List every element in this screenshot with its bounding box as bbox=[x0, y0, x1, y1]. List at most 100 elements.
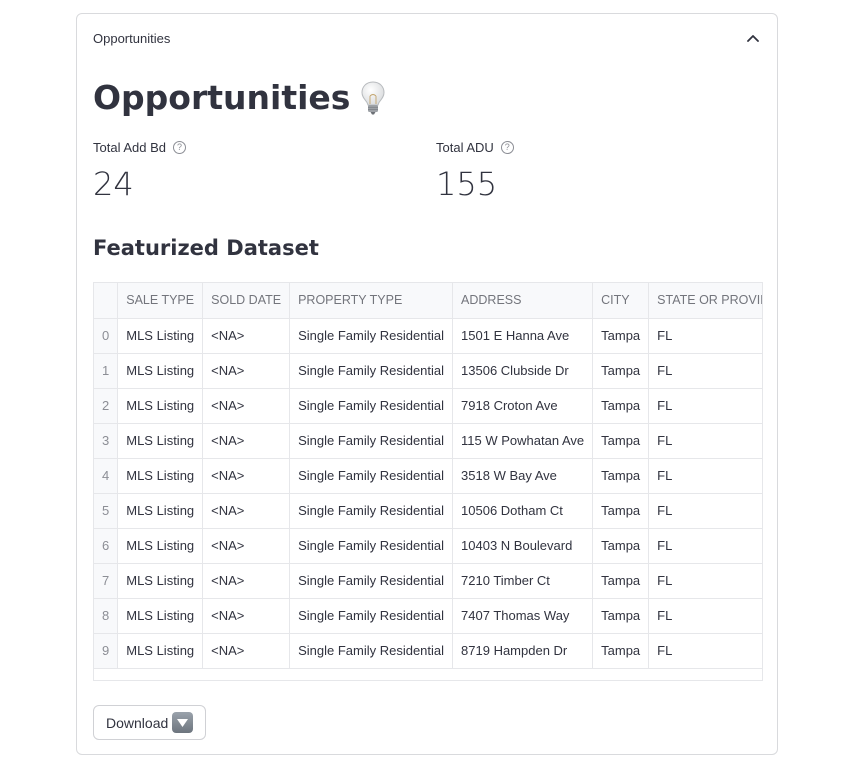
cell-sale-type[interactable]: MLS Listing bbox=[117, 353, 204, 389]
cell-property-type[interactable]: Single Family Residential bbox=[289, 493, 454, 529]
cell-city[interactable]: Tampa bbox=[592, 318, 650, 354]
row-index[interactable]: 4 bbox=[94, 458, 119, 494]
column-header-city[interactable]: CITY bbox=[592, 283, 650, 319]
row-index[interactable]: 0 bbox=[94, 318, 119, 354]
metric-label: Total Add Bd bbox=[93, 140, 166, 155]
table-row: 0 MLS Listing <NA> Single Family Residentia… bbox=[94, 318, 762, 354]
table-row: 2 MLS Listing <NA> Single Family Residentia… bbox=[94, 388, 762, 424]
table-row: 9 MLS Listing <NA> Single Family Residentia… bbox=[94, 633, 762, 669]
cell-sold-date[interactable]: <NA> bbox=[202, 493, 291, 529]
column-header-property-type[interactable]: PROPERTY TYPE bbox=[289, 283, 454, 319]
cell-city[interactable]: Tampa bbox=[592, 563, 650, 599]
cell-sold-date[interactable]: <NA> bbox=[202, 528, 291, 564]
cell-sold-date[interactable]: <NA> bbox=[202, 353, 291, 389]
cell-sold-date[interactable]: <NA> bbox=[202, 598, 291, 634]
cell-sale-type[interactable]: MLS Listing bbox=[117, 563, 204, 599]
help-icon[interactable]: ? bbox=[500, 141, 514, 154]
cell-city[interactable]: Tampa bbox=[592, 458, 650, 494]
cell-state[interactable]: FL bbox=[648, 528, 762, 564]
cell-state[interactable]: FL bbox=[648, 318, 762, 354]
column-header-state[interactable]: STATE OR PROVIN bbox=[648, 283, 762, 319]
table-row: 6 MLS Listing <NA> Single Family Residentia… bbox=[94, 528, 762, 564]
metric-value: 155 bbox=[436, 165, 498, 203]
cell-property-type[interactable]: Single Family Residential bbox=[289, 563, 454, 599]
cell-address[interactable]: 115 W Powhatan Ave bbox=[452, 423, 594, 459]
cell-address[interactable]: 7210 Timber Ct bbox=[452, 563, 594, 599]
cell-property-type[interactable]: Single Family Residential bbox=[289, 423, 454, 459]
cell-sold-date[interactable]: <NA> bbox=[202, 423, 291, 459]
cell-sold-date[interactable]: <NA> bbox=[202, 458, 291, 494]
cell-state[interactable]: FL bbox=[648, 633, 762, 669]
cell-sale-type[interactable]: MLS Listing bbox=[117, 423, 204, 459]
cell-city[interactable]: Tampa bbox=[592, 353, 650, 389]
column-header-index[interactable] bbox=[94, 283, 119, 319]
column-header-sold-date[interactable]: SOLD DATE bbox=[202, 283, 291, 319]
cell-state[interactable]: FL bbox=[648, 563, 762, 599]
expander-label: Opportunities bbox=[93, 30, 171, 46]
cell-sale-type[interactable]: MLS Listing bbox=[117, 458, 204, 494]
cell-city[interactable]: Tampa bbox=[592, 598, 650, 634]
cell-sold-date[interactable]: <NA> bbox=[202, 318, 291, 354]
cell-state[interactable]: FL bbox=[648, 423, 762, 459]
cell-property-type[interactable]: Single Family Residential bbox=[289, 353, 454, 389]
cell-address[interactable]: 3518 W Bay Ave bbox=[452, 458, 594, 494]
metric-total-add-bd: Total Add Bd ? 24 bbox=[93, 140, 186, 203]
row-index[interactable]: 9 bbox=[94, 633, 119, 669]
row-index[interactable]: 8 bbox=[94, 598, 119, 634]
cell-state[interactable]: FL bbox=[648, 388, 762, 424]
page-title: Opportunities bbox=[93, 78, 386, 117]
cell-address[interactable]: 13506 Clubside Dr bbox=[452, 353, 594, 389]
cell-property-type[interactable]: Single Family Residential bbox=[289, 528, 454, 564]
help-icon[interactable]: ? bbox=[173, 141, 186, 154]
expander-header[interactable]: Opportunities bbox=[77, 14, 777, 62]
cell-state[interactable]: FL bbox=[648, 458, 762, 494]
cell-address[interactable]: 10403 N Boulevard bbox=[452, 528, 594, 564]
row-index[interactable]: 7 bbox=[94, 563, 119, 599]
cell-sold-date[interactable]: <NA> bbox=[202, 388, 291, 424]
cell-city[interactable]: Tampa bbox=[592, 493, 650, 529]
cell-property-type[interactable]: Single Family Residential bbox=[289, 633, 454, 669]
cell-state[interactable]: FL bbox=[648, 353, 762, 389]
table-row: 7 MLS Listing <NA> Single Family Residentia… bbox=[94, 563, 762, 599]
row-index[interactable]: 1 bbox=[94, 353, 119, 389]
dataset-table: SALE TYPE SOLD DATE PROPERTY TYPE ADDRES… bbox=[94, 283, 762, 669]
cell-state[interactable]: FL bbox=[648, 598, 762, 634]
cell-city[interactable]: Tampa bbox=[592, 423, 650, 459]
cell-state[interactable]: FL bbox=[648, 493, 762, 529]
cell-property-type[interactable]: Single Family Residential bbox=[289, 598, 454, 634]
row-index[interactable]: 5 bbox=[94, 493, 119, 529]
cell-sale-type[interactable]: MLS Listing bbox=[117, 528, 204, 564]
metric-label: Total ADU bbox=[436, 140, 494, 155]
column-header-address[interactable]: ADDRESS bbox=[452, 283, 594, 319]
cell-sale-type[interactable]: MLS Listing bbox=[117, 318, 204, 354]
cell-sold-date[interactable]: <NA> bbox=[202, 633, 291, 669]
column-header-sale-type[interactable]: SALE TYPE bbox=[117, 283, 204, 319]
cell-address[interactable]: 10506 Dotham Ct bbox=[452, 493, 594, 529]
dataframe[interactable]: SALE TYPE SOLD DATE PROPERTY TYPE ADDRES… bbox=[93, 282, 763, 681]
chevron-up-icon[interactable] bbox=[745, 30, 761, 46]
lightbulb-icon bbox=[360, 80, 386, 116]
cell-city[interactable]: Tampa bbox=[592, 388, 650, 424]
table-row: 8 MLS Listing <NA> Single Family Residentia… bbox=[94, 598, 762, 634]
cell-city[interactable]: Tampa bbox=[592, 528, 650, 564]
row-index[interactable]: 6 bbox=[94, 528, 119, 564]
row-index[interactable]: 2 bbox=[94, 388, 119, 424]
cell-sale-type[interactable]: MLS Listing bbox=[117, 598, 204, 634]
page-title-text: Opportunities bbox=[93, 78, 351, 117]
cell-property-type[interactable]: Single Family Residential bbox=[289, 388, 454, 424]
cell-address[interactable]: 7918 Croton Ave bbox=[452, 388, 594, 424]
cell-property-type[interactable]: Single Family Residential bbox=[289, 318, 454, 354]
cell-address[interactable]: 1501 E Hanna Ave bbox=[452, 318, 594, 354]
cell-sale-type[interactable]: MLS Listing bbox=[117, 388, 204, 424]
row-index[interactable]: 3 bbox=[94, 423, 119, 459]
cell-address[interactable]: 7407 Thomas Way bbox=[452, 598, 594, 634]
download-button[interactable]: Download bbox=[93, 705, 207, 740]
cell-property-type[interactable]: Single Family Residential bbox=[289, 458, 454, 494]
cell-sale-type[interactable]: MLS Listing bbox=[117, 633, 204, 669]
cell-address[interactable]: 8719 Hampden Dr bbox=[452, 633, 594, 669]
opportunities-expander: Opportunities Opportunities Total Add Bd… bbox=[76, 13, 778, 755]
cell-sold-date[interactable]: <NA> bbox=[202, 563, 291, 599]
cell-sale-type[interactable]: MLS Listing bbox=[117, 493, 204, 529]
cell-city[interactable]: Tampa bbox=[592, 633, 650, 669]
metric-total-adu: Total ADU ? 155 bbox=[436, 140, 514, 203]
